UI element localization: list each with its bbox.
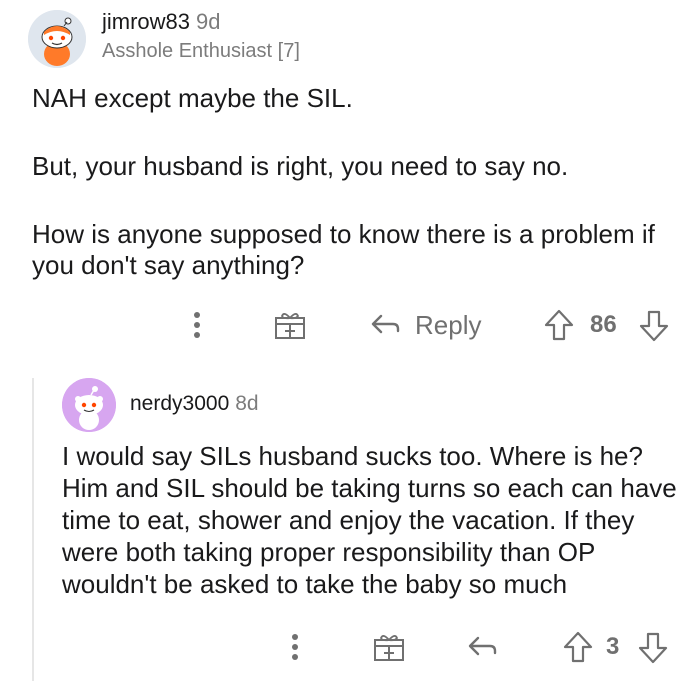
- avatar[interactable]: [62, 378, 116, 432]
- more-options-icon: [194, 312, 200, 338]
- reply-arrow-icon: [371, 314, 400, 334]
- avatar[interactable]: [28, 10, 86, 68]
- downvote-arrow-icon: [638, 632, 668, 664]
- snoo-avatar-icon: [62, 378, 116, 432]
- downvote-arrow-icon: [639, 310, 669, 342]
- more-options-button[interactable]: [286, 631, 304, 663]
- user-flair: Asshole Enthusiast [7]: [102, 40, 300, 62]
- upvote-arrow-icon: [544, 309, 574, 341]
- comment-paragraph: I would say SILs husband sucks too. Wher…: [62, 441, 677, 599]
- comment-age: 8d: [235, 392, 259, 415]
- award-button[interactable]: [273, 309, 307, 341]
- reply-button[interactable]: [466, 634, 498, 660]
- comment-action-row: Reply 86: [0, 305, 700, 345]
- comment-body: NAH except maybe the SIL. But, your husb…: [32, 83, 692, 281]
- comment-body: I would say SILs husband sucks too. Wher…: [62, 440, 687, 600]
- vote-count: 86: [590, 311, 617, 338]
- award-gift-icon: [374, 635, 404, 661]
- upvote-arrow-icon: [563, 631, 593, 663]
- username[interactable]: jimrow83: [102, 9, 190, 34]
- username[interactable]: nerdy3000: [130, 392, 229, 415]
- reply-button[interactable]: Reply: [369, 305, 481, 345]
- reply-label: Reply: [415, 309, 482, 340]
- comment-action-row: 3: [0, 627, 700, 667]
- reply-arrow-icon: [468, 636, 497, 656]
- comment-header: nerdy3000 8d: [130, 392, 259, 416]
- award-gift-icon: [275, 313, 305, 339]
- comment-header: jimrow83 9d: [102, 9, 221, 35]
- more-options-button[interactable]: [188, 309, 206, 341]
- upvote-button[interactable]: [562, 630, 594, 664]
- comment-age: 9d: [196, 9, 221, 34]
- award-button[interactable]: [372, 631, 406, 663]
- snoo-avatar-icon: [28, 10, 86, 68]
- vote-count: 3: [606, 633, 620, 660]
- downvote-button[interactable]: [637, 631, 669, 665]
- comment-paragraph: But, your husband is right, you need to …: [32, 151, 569, 181]
- more-options-icon: [292, 634, 298, 660]
- downvote-button[interactable]: [638, 309, 670, 343]
- upvote-button[interactable]: [543, 308, 575, 342]
- comment-paragraph: How is anyone supposed to know there is …: [32, 219, 655, 280]
- comment-paragraph: NAH except maybe the SIL.: [32, 83, 353, 113]
